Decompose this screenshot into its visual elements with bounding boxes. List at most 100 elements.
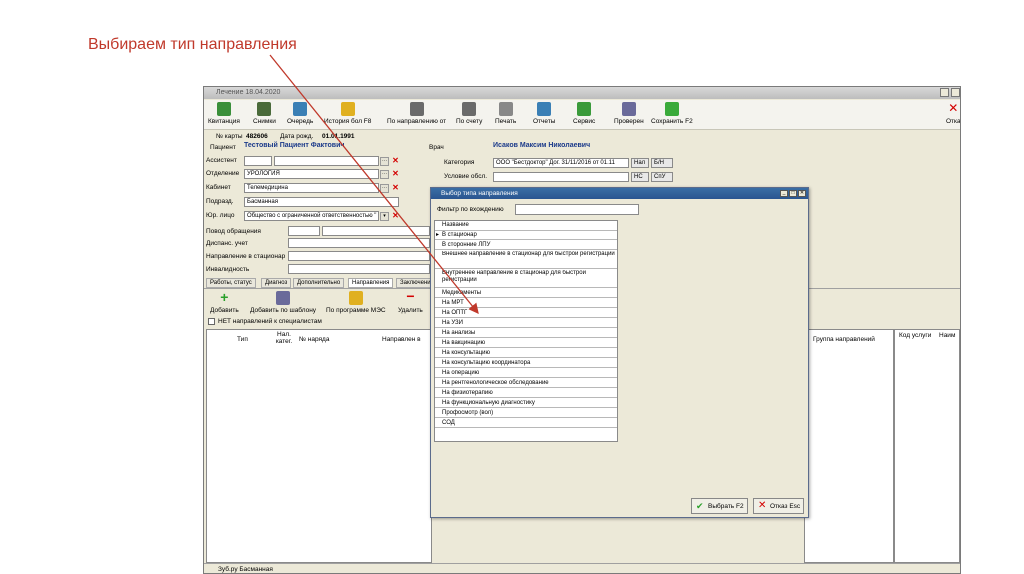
service-button[interactable]: Сервис xyxy=(573,102,595,125)
referral-type-item[interactable]: Медикаменты xyxy=(435,289,617,298)
referral-type-item[interactable]: Профосмотр (вол) xyxy=(435,409,617,418)
filter-input[interactable] xyxy=(515,204,639,215)
add-referral-button[interactable]: + Добавить xyxy=(210,290,239,314)
cabinet-field[interactable]: Телемедицина xyxy=(244,183,379,193)
hospital-referral-label: Направление в стационар xyxy=(206,253,286,260)
department-field[interactable]: УРОЛОГИЯ xyxy=(244,169,379,179)
tab-conclusion[interactable]: Заключени xyxy=(396,278,435,288)
tab-diagnosis[interactable]: Диагноз xyxy=(261,278,292,288)
hospital-referral-field[interactable] xyxy=(288,251,430,261)
patient-name[interactable]: Тестовый Пациент Фактович xyxy=(244,142,344,149)
referral-type-item[interactable]: На ОПТГ xyxy=(435,309,617,318)
reports-button[interactable]: Отчеты xyxy=(533,102,555,125)
reason-label: Повод обращения xyxy=(206,228,261,235)
tab-additional[interactable]: Дополнительно xyxy=(293,278,345,288)
cabinet-clear-button[interactable]: ✕ xyxy=(391,184,400,193)
dialog-close-button[interactable]: ✕ xyxy=(798,190,806,197)
filter-label: Фильтр по вхождению xyxy=(437,206,504,213)
referral-type-item[interactable]: В сторонние ЛПУ xyxy=(435,241,617,250)
reason-code-field[interactable] xyxy=(288,226,320,236)
column-service-name[interactable]: Наим xyxy=(939,332,955,339)
disability-field[interactable] xyxy=(288,264,430,274)
queue-button[interactable]: Очередь xyxy=(287,102,313,125)
referrals-table[interactable]: Тип Нал. катег. № наряда Направлен в xyxy=(206,329,432,563)
cancel-toolbar-button[interactable]: ✕ Отка xyxy=(946,102,960,125)
dialog-titlebar: Выбор типа направления xyxy=(431,188,808,199)
main-toolbar: Квитанция Снимки Очередь История бол F8 … xyxy=(204,100,960,130)
receipt-button[interactable]: Квитанция xyxy=(208,102,240,125)
spu-select[interactable]: СпУ xyxy=(651,172,673,182)
referral-type-item[interactable]: На операцию xyxy=(435,369,617,378)
tab-referrals[interactable]: Направления xyxy=(348,278,394,288)
column-directed-to[interactable]: Направлен в xyxy=(382,336,421,343)
delete-referral-button[interactable]: − Удалить xyxy=(398,289,423,314)
referral-type-item[interactable]: На физиотерапию xyxy=(435,389,617,398)
legal-entity-field[interactable]: Общество с ограниченной ответственностью… xyxy=(244,211,379,221)
referral-type-item[interactable]: На консультацию координатора xyxy=(435,359,617,368)
referral-type-list[interactable]: Название ▸ В стационар В сторонние ЛПУ Внеш… xyxy=(434,220,618,442)
mes-program-button[interactable]: По программе МЭС xyxy=(326,291,386,314)
service-condition-field[interactable] xyxy=(493,172,629,182)
subdivision-select[interactable]: Басманная xyxy=(244,197,399,207)
referral-type-item[interactable]: В стационар xyxy=(435,231,617,240)
referral-type-item[interactable]: Внешнее направление в стационар для быст… xyxy=(435,251,617,269)
referral-groups-table[interactable]: Группа направлений xyxy=(804,329,894,563)
by-invoice-button[interactable]: По счету xyxy=(456,102,482,125)
window-minimize-button[interactable] xyxy=(940,88,949,97)
referral-type-item[interactable]: На УЗИ xyxy=(435,319,617,328)
add-by-template-button[interactable]: Добавить по шаблону xyxy=(250,291,316,314)
referral-type-item[interactable]: На МРТ xyxy=(435,299,617,308)
legal-entity-dropdown-button[interactable]: ▾ xyxy=(380,212,389,221)
category-field[interactable]: ООО "Бестдоктор" Дог. 31/11/2016 от 01.1… xyxy=(493,158,629,168)
column-category[interactable]: Нал. катег. xyxy=(273,331,295,345)
cabinet-lookup-button[interactable]: ··· xyxy=(380,184,389,193)
by-referral-button[interactable]: По направлению от xyxy=(387,102,446,125)
assistant-clear-button[interactable]: ✕ xyxy=(391,157,400,166)
dialog-minimize-button[interactable]: _ xyxy=(780,190,788,197)
history-book-icon xyxy=(340,102,355,116)
subdivision-label: Подразд. xyxy=(206,198,234,205)
assistant-code-field[interactable] xyxy=(244,156,272,166)
doctor-name[interactable]: Исаков Максим Николаевич xyxy=(493,142,590,149)
no-referrals-checkbox[interactable] xyxy=(208,318,215,325)
assistant-field[interactable] xyxy=(274,156,379,166)
checked-button[interactable]: Проверен xyxy=(614,102,644,125)
column-type[interactable]: Тип xyxy=(237,336,248,343)
dob-label: Дата рожд. xyxy=(280,133,314,140)
print-button[interactable]: Печать xyxy=(495,102,516,125)
tab-work-status[interactable]: Работы, статус xyxy=(206,278,256,288)
bn-select[interactable]: Б/Н xyxy=(651,158,673,168)
referral-type-item[interactable]: На анализы xyxy=(435,329,617,338)
column-referral-group[interactable]: Группа направлений xyxy=(813,336,875,343)
column-name-header[interactable]: Название xyxy=(435,221,617,231)
referral-type-item[interactable]: Внутреннее направление в стационар для б… xyxy=(435,270,617,288)
ns-select[interactable]: НС xyxy=(631,172,649,182)
dispensary-field[interactable] xyxy=(288,238,430,248)
dialog-maximize-button[interactable]: □ xyxy=(789,190,797,197)
referral-type-item[interactable]: На функциональную диагностику xyxy=(435,399,617,408)
column-service-code[interactable]: Код услуги xyxy=(899,332,931,339)
save-button[interactable]: Сохранить F2 xyxy=(651,102,693,125)
column-order-number[interactable]: № наряда xyxy=(299,336,329,343)
images-button[interactable]: Снимки xyxy=(253,102,276,125)
patient-label: Пациент xyxy=(210,144,236,151)
window-maximize-button[interactable] xyxy=(951,88,960,97)
select-button[interactable]: ✔ Выбрать F2 xyxy=(691,498,748,514)
printer-icon xyxy=(498,102,513,116)
reason-field[interactable] xyxy=(322,226,430,236)
assistant-lookup-button[interactable]: ··· xyxy=(380,157,389,166)
referral-type-item[interactable]: На вакцинацию xyxy=(435,339,617,348)
cancel-button[interactable]: ✕ Отказ Esc xyxy=(753,498,805,514)
cash-select[interactable]: Нал xyxy=(631,158,649,168)
department-lookup-button[interactable]: ··· xyxy=(380,170,389,179)
referral-type-item[interactable]: На консультацию xyxy=(435,349,617,358)
service-icon xyxy=(577,102,592,116)
legal-entity-clear-button[interactable]: ✕ xyxy=(391,212,400,221)
department-clear-button[interactable]: ✕ xyxy=(391,170,400,179)
services-table[interactable]: Код услуги Наим xyxy=(894,329,960,563)
referral-type-item[interactable]: На рентгенологическое обследование xyxy=(435,379,617,388)
template-icon xyxy=(276,291,291,305)
referral-type-item[interactable]: СОД xyxy=(435,419,617,428)
history-button[interactable]: История бол F8 xyxy=(324,102,371,125)
status-text: Зуб.ру Басманная xyxy=(218,566,273,573)
